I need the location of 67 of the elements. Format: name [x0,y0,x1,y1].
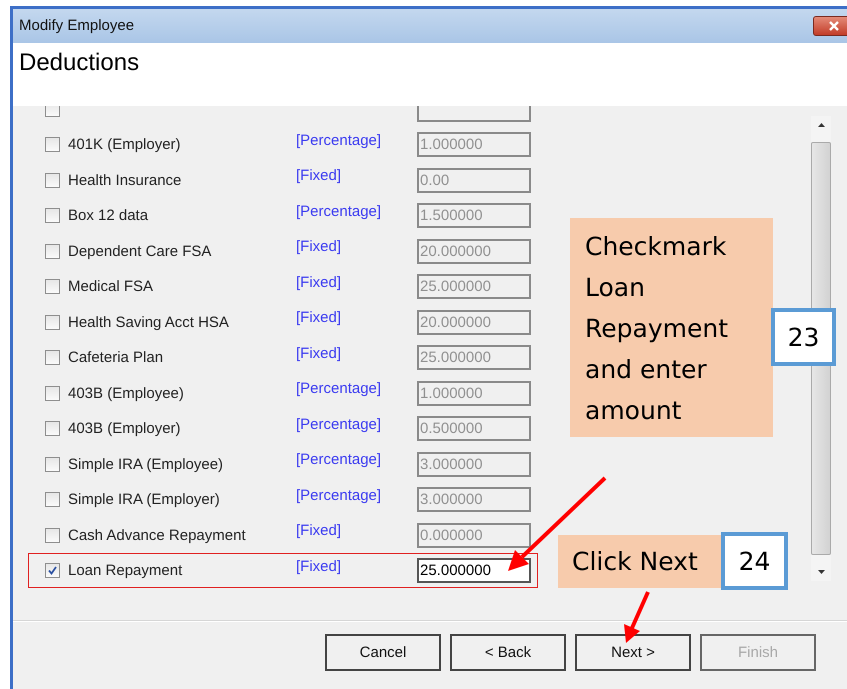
amount-field[interactable]: 1.000000 [417,380,531,406]
amount-field[interactable]: 0.000000 [417,522,531,548]
deduction-type: [Percentage] [296,132,382,149]
deduction-type: [Percentage] [296,202,382,220]
deduction-name: Simple IRA (Employer) [68,491,220,508]
deduction-type: [Percentage] [296,486,382,504]
deduction-type: [Fixed] [296,309,342,326]
checkbox[interactable] [45,208,60,224]
checkbox[interactable] [45,421,60,436]
checkbox[interactable] [45,137,60,152]
amount-field[interactable]: 25.000000 [417,345,531,370]
deduction-name: Cafeteria Plan [68,349,164,366]
deduction-type: [Fixed] [296,522,342,540]
checkbox[interactable] [45,350,60,366]
deduction-name: Health Insurance [68,172,182,189]
checkbox[interactable] [45,386,60,401]
deduction-type: [Percentage] [296,380,382,398]
step-number: 23 [771,308,836,366]
close-button[interactable] [813,16,847,36]
amount-field[interactable]: 0.500000 [417,416,531,442]
checkbox[interactable] [45,492,60,508]
deduction-name: 401K (Employer) [68,136,181,154]
checkbox[interactable] [45,456,60,472]
deduction-type: [Fixed] [296,274,342,291]
amount-field[interactable]: 25.000000 [417,274,531,300]
scroll-down-icon [816,569,826,576]
deduction-name: Dependent Care FSA [68,242,212,260]
checkbox[interactable] [45,172,60,188]
deduction-name: 403B (Employee) [68,384,184,402]
checkbox[interactable] [45,528,60,543]
deduction-type: [Percentage] [296,451,382,468]
step-number: 24 [721,532,788,590]
checkbox[interactable] [45,314,60,330]
amount-field[interactable]: 1.500000 [417,203,531,228]
deduction-name: 403B (Employer) [68,420,181,438]
close-icon [827,20,841,32]
deduction-type: [Fixed] [296,238,342,256]
deduction-name: Cash Advance Repayment [68,526,246,544]
amount-field[interactable]: 0.00 [417,168,531,193]
deduction-type: [Fixed] [296,558,342,575]
deduction-name: Simple IRA (Employee) [68,456,224,473]
amount-field[interactable]: 1.000000 [417,132,531,158]
deduction-name: Loan Repayment [68,562,182,580]
deduction-type: [Fixed] [296,344,342,362]
amount-field[interactable]: 3.000000 [417,487,531,512]
checkbox[interactable] [45,106,60,117]
amount-field[interactable]: 20.000000 [417,310,531,335]
checkbox[interactable] [45,563,60,578]
page-heading: Deductions [19,48,140,76]
deduction-name: Box 12 data [68,207,148,224]
deduction-type: [Percentage] [296,416,382,433]
amount-field[interactable]: 25.000000 [417,558,531,584]
deduction-name: Health Saving Acct HSA [68,314,229,331]
scroll-up-icon [816,122,826,128]
wizard-button[interactable]: Next > [575,634,691,671]
checkbox[interactable] [45,244,60,259]
callout-note: Checkmark Loan Repayment and enter amount [570,218,773,437]
amount-field[interactable]: 20.000000 [417,238,531,264]
wizard-button[interactable]: < Back [450,634,566,671]
checkbox[interactable] [45,279,60,294]
wizard-button[interactable]: Cancel [325,634,441,671]
deduction-name: Medical FSA [68,278,154,296]
callout-note: Click Next [558,535,722,588]
window-title: Modify Employee [19,17,134,34]
deduction-type: [Fixed] [296,167,342,184]
amount-field[interactable]: 3.000000 [417,452,531,477]
arrow [624,591,650,643]
